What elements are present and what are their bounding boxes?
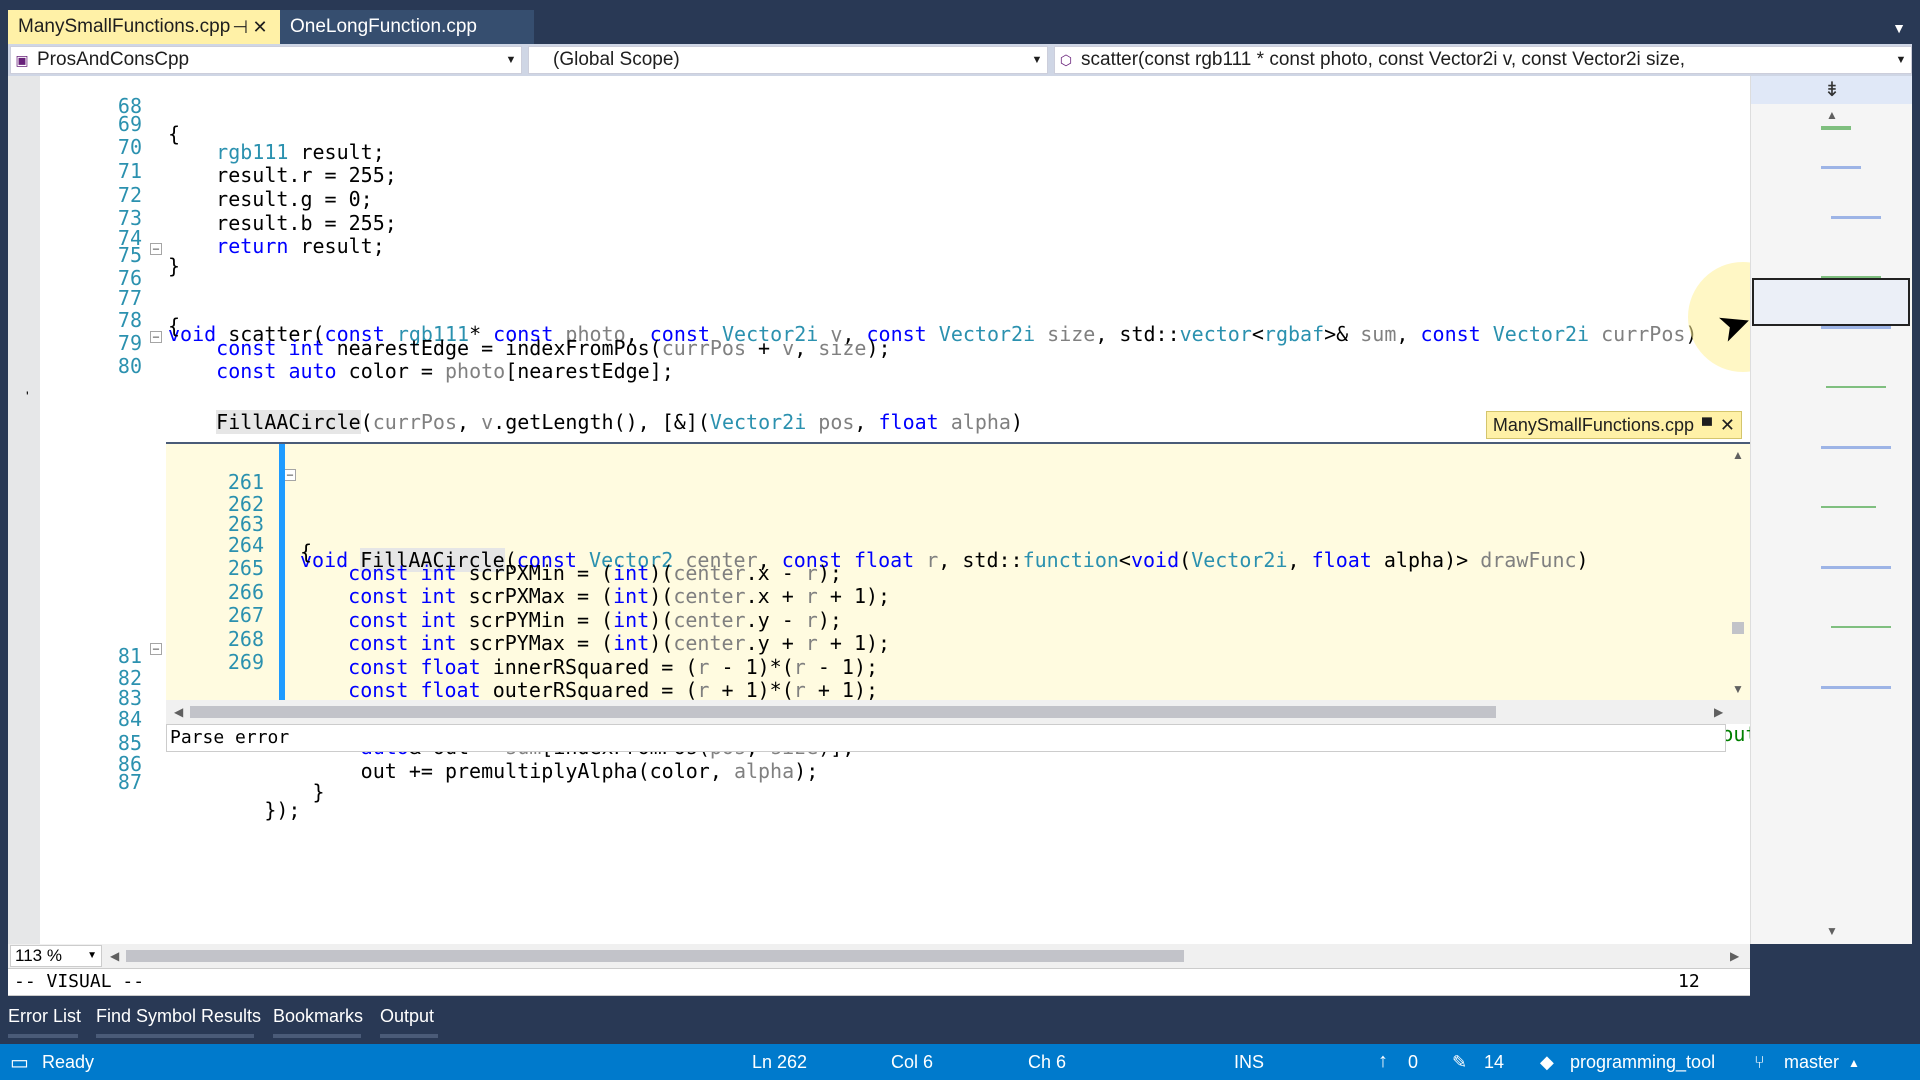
tab-indicator	[380, 1034, 438, 1038]
fold-toggle[interactable]: −	[150, 331, 162, 343]
status-bar: ▭ Ready Ln 262 Col 6 Ch 6 INS ↑ 0 ✎ 14 ◆…	[0, 1044, 1920, 1080]
scroll-up-arrow-icon[interactable]: ▲	[1732, 448, 1744, 462]
scroll-right-arrow-icon[interactable]: ▶	[1714, 705, 1723, 719]
scroll-right-arrow-icon[interactable]: ▶	[1730, 949, 1739, 963]
fold-toggle[interactable]: −	[150, 643, 162, 655]
peek-definition-window[interactable]: ManySmallFunctions.cpp ▀ ✕ 261 262 − voi…	[166, 411, 1750, 754]
tab-many-small-functions[interactable]: ManySmallFunctions.cpp ⊣ ✕	[8, 10, 280, 44]
vim-mode-label: -- VISUAL --	[14, 971, 145, 992]
repository-name[interactable]: programming_tool	[1570, 1052, 1715, 1073]
status-ready: Ready	[42, 1052, 95, 1072]
scroll-left-arrow-icon[interactable]: ◀	[110, 949, 119, 963]
status-char: Ch 6	[1028, 1052, 1067, 1072]
arrow-up-icon[interactable]: ↑	[1378, 1050, 1388, 1073]
map-viewport-indicator[interactable]	[1752, 278, 1910, 326]
chevron-down-icon: ▼	[87, 950, 97, 961]
peek-file-label: ManySmallFunctions.cpp	[1492, 414, 1694, 435]
project-dropdown[interactable]: ▣ ProsAndConsCpp ▼	[10, 46, 522, 74]
tab-bookmarks[interactable]: Bookmarks	[273, 1006, 363, 1027]
tab-label: OneLongFunction.cpp	[290, 16, 477, 37]
scroll-left-arrow-icon[interactable]: ◀	[174, 705, 183, 719]
document-tab-bar: ManySmallFunctions.cpp ⊣ ✕ OneLongFuncti…	[0, 0, 1920, 44]
status-insert-mode: INS	[1234, 1052, 1265, 1072]
vim-selection-count: 12	[1678, 971, 1700, 992]
peek-horizontal-scrollbar[interactable]: ◀ ▶	[166, 700, 1750, 724]
pending-changes-count[interactable]: 14	[1484, 1052, 1504, 1073]
member-dropdown[interactable]: ⬡ scatter(const rgb111 * const photo, co…	[1054, 46, 1912, 74]
method-icon: ⬡	[1059, 51, 1073, 68]
scroll-thumb[interactable]	[126, 950, 1184, 962]
zoom-level: 113 %	[15, 946, 62, 965]
notification-icon[interactable]: ▭	[10, 1050, 29, 1075]
status-column: Col 6	[891, 1052, 934, 1072]
code-editor[interactable]: ' 68 { 69 rgb111 result; 70 result.r = 2…	[8, 76, 1750, 944]
status-line: Ln 262	[752, 1052, 808, 1072]
peek-code-area[interactable]: 261 262 − void FillAACircle(const Vector…	[166, 444, 1726, 700]
scroll-thumb[interactable]	[1732, 622, 1744, 634]
fold-toggle[interactable]: −	[150, 243, 162, 255]
zoom-dropdown[interactable]: 113 % ▼	[10, 945, 102, 967]
peek-parse-status: Parse error	[166, 724, 1726, 752]
tool-window-tabs: Error List Find Symbol Results Bookmarks…	[0, 996, 1920, 1044]
scope-label: (Global Scope)	[553, 49, 680, 70]
unpushed-count[interactable]: 0	[1408, 1052, 1418, 1073]
pencil-icon[interactable]: ✎	[1452, 1052, 1467, 1073]
close-icon[interactable]: ✕	[250, 17, 270, 38]
scroll-thumb[interactable]	[190, 706, 1496, 718]
scroll-down-arrow-icon[interactable]: ▼	[1732, 682, 1744, 696]
overview-map-scrollbar[interactable]: ⇟ ▲ ▼	[1750, 76, 1912, 944]
project-label: ProsAndConsCpp	[37, 49, 190, 70]
tab-label: ManySmallFunctions.cpp	[18, 16, 231, 37]
navigation-bar: ▣ ProsAndConsCpp ▼ (Global Scope) ▼ ⬡ sc…	[8, 44, 1912, 76]
code-line: 88 }	[8, 756, 1750, 770]
peek-vertical-scrollbar[interactable]: ▲ ▼	[1726, 444, 1750, 700]
tab-indicator	[8, 1034, 78, 1038]
scroll-up-arrow-icon[interactable]: ▲	[1826, 108, 1838, 122]
code-line: 80 − FillAACircle(currPos, v.getLength()…	[117, 330, 1024, 434]
editor-horizontal-scrollbar[interactable]: 113 % ▼ ◀ ▶	[8, 944, 1750, 968]
scope-dropdown[interactable]: (Global Scope) ▼	[528, 46, 1048, 74]
project-icon: ▣	[15, 51, 29, 68]
pin-icon[interactable]: ⊣	[230, 17, 250, 38]
git-branch-icon[interactable]: ⑂	[1754, 1052, 1765, 1073]
tab-output[interactable]: Output	[380, 1006, 434, 1027]
tab-one-long-function[interactable]: OneLongFunction.cpp	[280, 10, 534, 44]
peek-selection-bar	[279, 444, 285, 700]
fold-toggle[interactable]: −	[284, 469, 296, 481]
repository-icon[interactable]: ◆	[1540, 1052, 1554, 1073]
member-label: scatter(const rgb111 * const photo, cons…	[1081, 49, 1686, 70]
tab-indicator	[273, 1034, 361, 1038]
close-icon[interactable]: ✕	[1720, 415, 1735, 436]
tab-find-symbol-results[interactable]: Find Symbol Results	[96, 1006, 261, 1027]
chevron-up-icon[interactable]: ▲	[1848, 1056, 1860, 1070]
chevron-down-icon: ▼	[1031, 54, 1043, 66]
tab-overflow-chevron-icon[interactable]: ▼	[1892, 20, 1906, 36]
scroll-down-arrow-icon[interactable]: ▼	[1826, 924, 1838, 938]
tab-indicator	[96, 1034, 254, 1038]
split-window-icon[interactable]: ⇟	[1751, 76, 1912, 104]
chevron-down-icon: ▼	[1895, 54, 1907, 66]
chevron-down-icon: ▼	[505, 54, 517, 66]
branch-name[interactable]: master	[1784, 1052, 1839, 1073]
tab-error-list[interactable]: Error List	[8, 1006, 81, 1027]
peek-file-tab[interactable]: ManySmallFunctions.cpp ▀ ✕	[1485, 411, 1742, 439]
code-line: 269 const float outerRSquared = (r + 1)*…	[227, 650, 879, 700]
vim-mode-bar: -- VISUAL -- 12	[8, 968, 1750, 996]
code-map-preview	[1821, 126, 1891, 726]
promote-pin-icon[interactable]: ▀	[1702, 417, 1712, 433]
